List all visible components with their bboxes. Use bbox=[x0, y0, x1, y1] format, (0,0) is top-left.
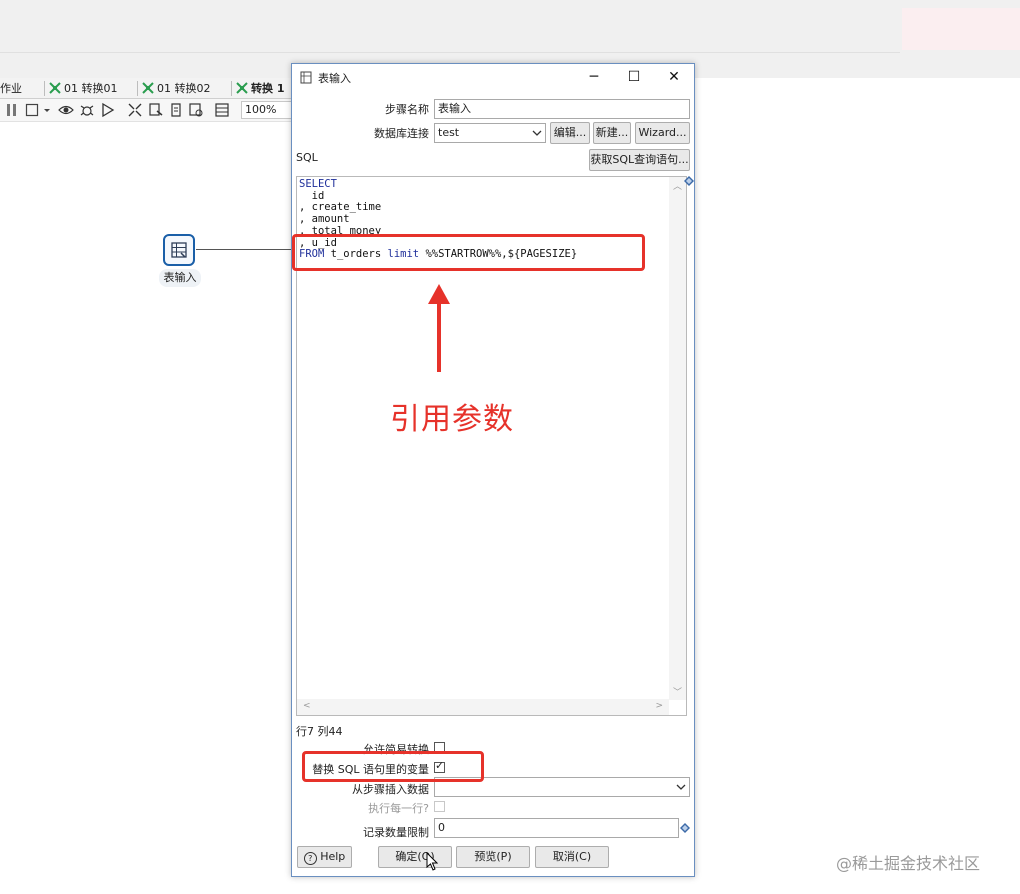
db-connection-select[interactable]: test bbox=[434, 123, 546, 143]
debug-icon[interactable] bbox=[79, 102, 95, 118]
top-divider bbox=[0, 52, 900, 53]
transform-icon bbox=[236, 82, 248, 94]
tab-separator bbox=[231, 81, 232, 96]
chevron-down-icon bbox=[532, 130, 542, 136]
sql-icon[interactable] bbox=[168, 102, 184, 118]
horizontal-scrollbar[interactable]: < > bbox=[297, 699, 669, 715]
impact-icon[interactable] bbox=[148, 102, 164, 118]
zoom-combo[interactable]: 100% bbox=[241, 101, 296, 119]
annotation-text: 引用参数 bbox=[390, 402, 514, 437]
execute-each-row-checkbox[interactable] bbox=[434, 801, 445, 812]
watermark: @稀土掘金技术社区 bbox=[836, 854, 981, 873]
run-icon[interactable] bbox=[100, 102, 116, 118]
table-input-icon bbox=[300, 71, 312, 84]
get-sql-button[interactable]: 获取SQL查询语句... bbox=[589, 149, 690, 171]
explore-db-icon[interactable] bbox=[188, 102, 204, 118]
top-right-highlight bbox=[902, 8, 1020, 50]
mouse-cursor-icon bbox=[426, 852, 438, 871]
transform-icon bbox=[49, 82, 61, 94]
ok-button[interactable]: 确定(O) bbox=[378, 846, 452, 868]
db-connection-label: 数据库连接 bbox=[374, 127, 429, 140]
grid-icon[interactable] bbox=[214, 102, 230, 118]
arrow-shaft bbox=[437, 300, 441, 372]
tab-transform-01[interactable]: 01 转换01 bbox=[49, 80, 118, 97]
eye-icon[interactable] bbox=[58, 102, 74, 118]
vertical-scrollbar[interactable]: ︿ ﹀ bbox=[669, 177, 686, 700]
step-name-label: 步骤名称 bbox=[385, 103, 429, 116]
variable-diamond-icon bbox=[684, 176, 694, 186]
chevron-down-icon bbox=[676, 784, 686, 790]
help-button[interactable]: ? Help bbox=[297, 846, 352, 868]
scroll-down-icon[interactable]: ﹀ bbox=[673, 685, 682, 698]
step-label: 表输入 bbox=[159, 269, 201, 287]
wizard-button[interactable]: Wizard... bbox=[635, 122, 690, 144]
dialog-title: 表输入 bbox=[318, 72, 351, 85]
scroll-right-icon[interactable]: > bbox=[655, 701, 663, 711]
tab-separator bbox=[44, 81, 45, 96]
hop-line bbox=[196, 249, 292, 250]
sql-label: SQL bbox=[296, 151, 318, 164]
transform-toolbar: 100% bbox=[0, 99, 300, 122]
chevron-down-icon[interactable] bbox=[42, 102, 52, 118]
scroll-left-icon[interactable]: < bbox=[303, 701, 311, 711]
insert-from-step-label: 从步骤插入数据 bbox=[352, 783, 429, 796]
cancel-button[interactable]: 取消(C) bbox=[535, 846, 609, 868]
pause-icon[interactable] bbox=[4, 102, 20, 118]
maximize-icon[interactable]: ☐ bbox=[614, 64, 654, 90]
minimize-icon[interactable]: ─ bbox=[574, 64, 614, 90]
cursor-position: 行7 列44 bbox=[296, 725, 343, 738]
tab-transform-02[interactable]: 01 转换02 bbox=[142, 80, 211, 97]
preview-button[interactable]: 预览(P) bbox=[456, 846, 530, 868]
edit-connection-button[interactable]: 编辑... bbox=[550, 122, 590, 144]
tab-strip: 作业 01 转换01 01 转换02 转换 1 bbox=[0, 78, 300, 99]
dialog-titlebar[interactable]: 表输入 ─ ☐ ✕ bbox=[292, 64, 694, 90]
stop-icon[interactable] bbox=[24, 102, 40, 118]
replace-vars-highlight-box bbox=[302, 751, 484, 782]
new-connection-button[interactable]: 新建... bbox=[593, 122, 631, 144]
table-input-icon bbox=[171, 242, 187, 258]
execute-each-row-label: 执行每一行? bbox=[368, 802, 429, 815]
limit-input[interactable]: 0 bbox=[434, 818, 679, 838]
tab-transform-1[interactable]: 转换 1 bbox=[236, 80, 284, 97]
limit-label: 记录数量限制 bbox=[363, 826, 429, 839]
tab-separator bbox=[137, 81, 138, 96]
check-transform-icon[interactable] bbox=[127, 102, 143, 118]
table-input-step-node[interactable] bbox=[163, 234, 195, 266]
step-name-input[interactable]: 表输入 bbox=[434, 99, 690, 119]
transform-icon bbox=[142, 82, 154, 94]
help-icon: ? bbox=[303, 852, 317, 865]
scroll-up-icon[interactable]: ︿ bbox=[673, 179, 682, 192]
variable-diamond-icon bbox=[680, 823, 690, 833]
close-icon[interactable]: ✕ bbox=[654, 64, 694, 90]
sql-highlight-box bbox=[292, 234, 645, 271]
tab-job[interactable]: 作业 bbox=[0, 80, 22, 97]
